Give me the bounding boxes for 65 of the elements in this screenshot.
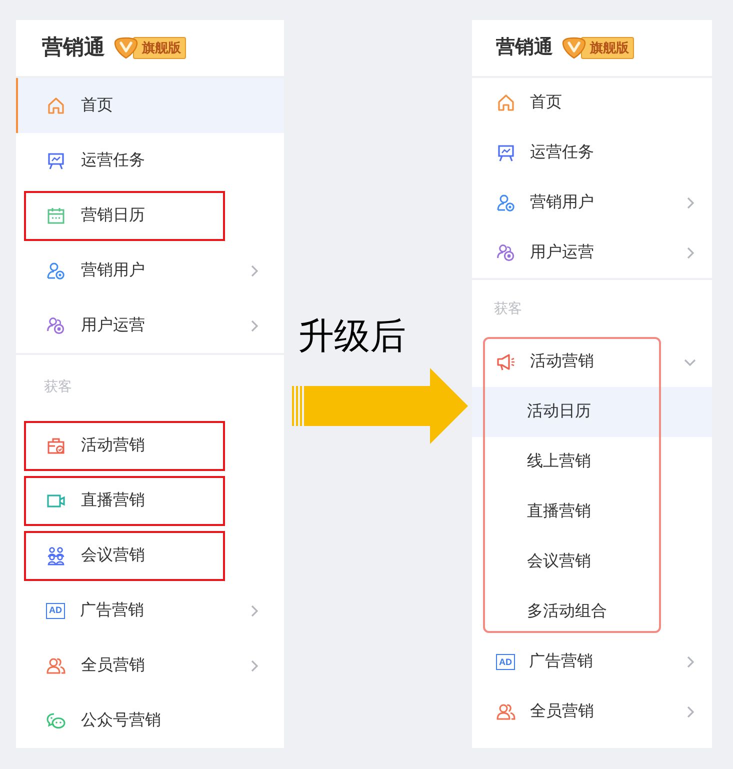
menu-item[interactable]: 营销日历: [16, 188, 284, 243]
megaphone-icon: [496, 352, 516, 372]
transition-label: 升级后: [298, 316, 407, 356]
brand-title: 营销通: [496, 36, 553, 60]
menu-item[interactable]: AD 广告营销: [16, 583, 284, 638]
people-icon: [46, 656, 66, 676]
home-icon: [496, 93, 516, 113]
edition-badge: 旗舰版: [133, 37, 186, 59]
menu-label: 广告营销: [80, 600, 145, 620]
menu-label: 首页: [81, 96, 114, 116]
brand-title: 营销通: [42, 35, 105, 62]
menu-label: 公众号营销: [81, 710, 162, 730]
menu-item[interactable]: 公众号营销: [16, 693, 284, 748]
people-group-icon: [46, 546, 66, 566]
menu-item[interactable]: 活动营销: [472, 337, 712, 387]
briefcase-icon: [46, 436, 66, 456]
menu-item[interactable]: AD 广告营销: [472, 637, 712, 687]
people-icon: [496, 702, 516, 722]
menu-item[interactable]: 会议营销: [16, 528, 284, 583]
menu-item[interactable]: 运营任务: [472, 128, 712, 178]
section-label: 获客: [43, 377, 73, 396]
menu-item[interactable]: 全员营销: [472, 687, 712, 737]
menu-item[interactable]: 营销用户: [472, 178, 712, 228]
menu-label: 营销用户: [530, 192, 595, 213]
board-icon: [496, 143, 516, 163]
user-icon: [46, 260, 66, 280]
submenu-item[interactable]: 活动日历: [472, 387, 712, 437]
menu-label: 广告营销: [529, 652, 594, 672]
menu-label: 直播营销: [81, 490, 146, 510]
menu-label: 首页: [530, 93, 563, 113]
menu-label: 全员营销: [81, 656, 146, 676]
user-icon: [496, 193, 516, 213]
menu-label: 运营任务: [81, 150, 146, 170]
menu-label: 活动营销: [81, 436, 146, 456]
submenu-item[interactable]: 会议营销: [472, 537, 712, 587]
menu-label: 全员营销: [530, 702, 595, 722]
ad-icon: AD: [46, 602, 65, 618]
menu-label: 营销日历: [81, 206, 146, 226]
menu-item[interactable]: 首页: [16, 78, 284, 133]
menu-label: 用户运营: [81, 316, 146, 336]
board-icon: [46, 150, 66, 170]
edition-badge: 旗舰版: [581, 37, 634, 59]
submenu-item[interactable]: 直播营销: [472, 487, 712, 537]
menu-label: 运营任务: [530, 142, 595, 163]
menu-label: 用户运营: [530, 242, 595, 263]
users-icon: [46, 316, 66, 336]
chat-bubbles-icon: [46, 710, 66, 730]
menu-item[interactable]: 用户运营: [472, 228, 712, 278]
menu-item[interactable]: 运营任务: [16, 133, 284, 188]
menu-label: 会议营销: [81, 546, 146, 566]
submenu-item[interactable]: 多活动组合: [472, 587, 712, 637]
calendar-icon: [46, 206, 66, 226]
menu-item[interactable]: 首页: [472, 78, 712, 128]
users-icon: [496, 243, 516, 263]
ad-icon: AD: [496, 654, 515, 670]
menu-item[interactable]: 直播营销: [16, 473, 284, 528]
menu-item[interactable]: 营销用户: [16, 243, 284, 298]
submenu-item[interactable]: 线上营销: [472, 437, 712, 487]
menu-item[interactable]: 用户运营: [16, 298, 284, 353]
menu-item[interactable]: 全员营销: [16, 638, 284, 693]
section-label: 获客: [493, 299, 523, 318]
menu-item[interactable]: 活动营销: [16, 418, 284, 473]
home-icon: [46, 96, 66, 116]
menu-label: 活动营销: [530, 352, 595, 372]
menu-label: 营销用户: [81, 260, 146, 280]
